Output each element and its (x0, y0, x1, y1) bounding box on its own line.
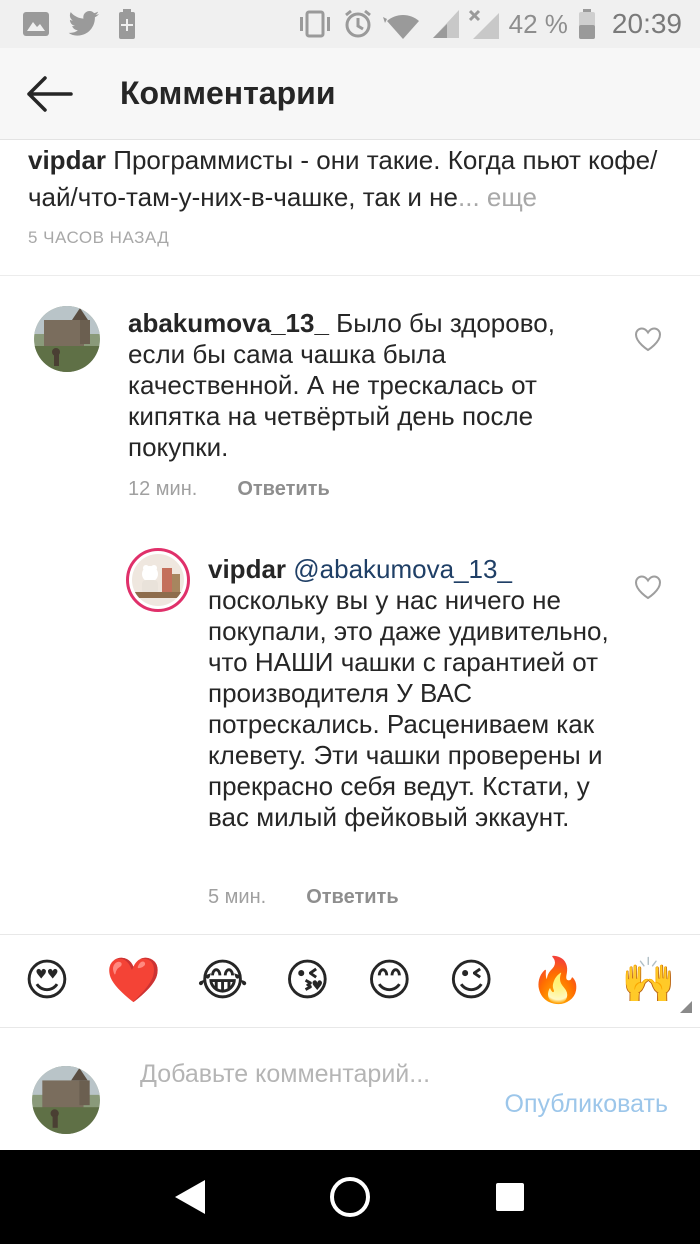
comment-reply-item: vipdar @abakumova_13_ поскольку вы у нас… (0, 540, 700, 920)
comment-meta: 12 мин. Ответить (128, 478, 330, 501)
status-left-icons (22, 9, 136, 39)
status-right-icons: 42 % 20:39 (297, 8, 682, 40)
back-button[interactable] (4, 48, 94, 140)
battery-percent: 42 % (508, 8, 568, 39)
emoji-smile[interactable]: 😊 (366, 956, 412, 1006)
status-bar: 42 % 20:39 (0, 0, 700, 48)
page-title: Комментарии (120, 75, 336, 111)
expand-corner-icon (680, 1001, 692, 1013)
avatar-story-ring[interactable] (126, 548, 190, 612)
comment-body: поскольку вы у нас ничего не покупали, э… (208, 585, 609, 832)
comment-username[interactable]: abakumova_13_ (128, 308, 329, 338)
comment-text: vipdar @abakumova_13_ поскольку вы у нас… (208, 554, 618, 833)
gallery-icon (22, 11, 50, 37)
current-user-avatar (32, 1066, 100, 1134)
alarm-icon (343, 9, 373, 39)
nav-back-button[interactable] (160, 1167, 220, 1227)
caption-body: Программисты - они такие. Когда пьют коф… (28, 145, 658, 212)
emoji-quick-bar: 😍 ❤️ 😂 😘 😊 😉 🔥 🙌 (0, 934, 700, 1028)
android-nav-bar (0, 1150, 700, 1244)
comment-item: abakumova_13_ Было бы здорово, если бы с… (0, 290, 700, 510)
comment-time: 12 мин. (128, 478, 198, 500)
avatar (132, 554, 184, 606)
emoji-raised-hands[interactable]: 🙌 (621, 956, 676, 1006)
nav-home-button[interactable] (320, 1167, 380, 1227)
caption-ellipsis: ... (458, 182, 480, 212)
comment-input[interactable]: Добавьте комментарий... (140, 1058, 460, 1091)
reply-button[interactable]: Ответить (306, 886, 398, 909)
wifi-icon (382, 9, 423, 39)
vibrate-icon (297, 10, 333, 38)
emoji-red-heart[interactable]: ❤️ (106, 956, 161, 1006)
comment-username[interactable]: vipdar (208, 554, 286, 584)
battery-icon (578, 9, 596, 39)
status-time: 20:39 (611, 8, 682, 39)
like-heart-icon[interactable] (634, 574, 662, 600)
emoji-tears-of-joy[interactable]: 😂 (197, 956, 248, 1006)
nav-recents-button[interactable] (480, 1167, 540, 1227)
reply-button[interactable]: Ответить (237, 478, 329, 501)
caption-more-link[interactable]: еще (480, 182, 537, 212)
battery-saver-icon (118, 9, 136, 39)
emoji-heart-eyes[interactable]: 😍 (24, 956, 70, 1006)
square-recents-icon (496, 1183, 524, 1211)
header: Комментарии (0, 48, 700, 140)
comment-time: 5 мин. (208, 886, 267, 908)
comment-text: abakumova_13_ Было бы здорово, если бы с… (128, 308, 578, 463)
like-heart-icon[interactable] (634, 326, 662, 352)
caption-timestamp: 5 часов назад (28, 228, 170, 247)
caption-text: vipdar Программисты - они такие. Когда п… (28, 142, 678, 216)
publish-button[interactable]: Опубликовать (505, 1090, 668, 1119)
twitter-icon (68, 11, 100, 37)
comment-composer: Добавьте комментарий... Опубликовать (0, 1028, 700, 1150)
circle-home-icon (330, 1177, 370, 1217)
divider (0, 275, 700, 276)
post-caption: vipdar Программисты - они такие. Когда п… (28, 142, 678, 248)
back-arrow-icon (27, 75, 73, 112)
signal-no-icon (468, 9, 499, 39)
avatar[interactable] (34, 306, 100, 372)
triangle-back-icon (175, 1180, 205, 1214)
comment-meta: 5 мин. Ответить (208, 886, 399, 909)
signal-icon (432, 10, 459, 38)
emoji-wink[interactable]: 😉 (448, 956, 494, 1006)
caption-username[interactable]: vipdar (28, 145, 106, 175)
emoji-kiss[interactable]: 😘 (284, 956, 330, 1006)
comment-mention[interactable]: @abakumova_13_ (293, 554, 512, 584)
emoji-fire[interactable]: 🔥 (530, 956, 585, 1006)
